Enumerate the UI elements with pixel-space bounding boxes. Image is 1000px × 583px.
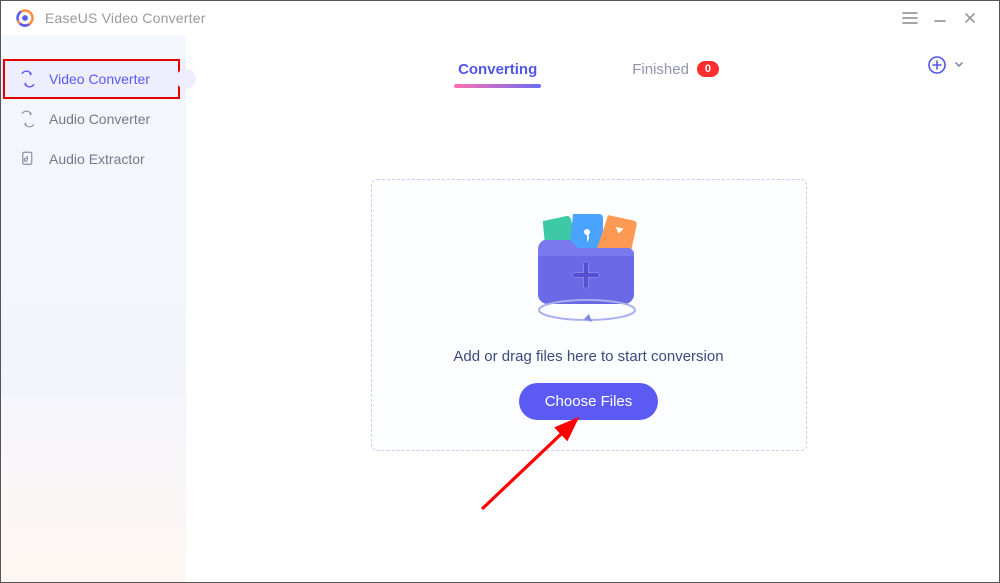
- sidebar-item-label: Video Converter: [49, 71, 150, 87]
- minimize-icon: [933, 11, 947, 25]
- plus-circle-icon: [927, 55, 947, 75]
- choose-files-button[interactable]: Choose Files: [519, 383, 659, 420]
- main-panel: Converting Finished 0: [186, 35, 999, 582]
- close-button[interactable]: [955, 4, 985, 32]
- tab-finished[interactable]: Finished 0: [632, 61, 719, 78]
- video-convert-icon: [19, 70, 37, 88]
- file-drop-zone[interactable]: Add or drag files here to start conversi…: [371, 179, 807, 451]
- tab-label: Converting: [458, 61, 537, 78]
- sidebar-item-label: Audio Extractor: [49, 151, 145, 167]
- drop-zone-message: Add or drag files here to start conversi…: [453, 348, 723, 365]
- hamburger-icon: [902, 11, 918, 25]
- sidebar-item-audio-converter[interactable]: Audio Converter: [1, 99, 186, 139]
- sidebar-item-audio-extractor[interactable]: Audio Extractor: [1, 139, 186, 179]
- sidebar: Video Converter Audio Converter Audio Ex…: [1, 35, 186, 582]
- sidebar-item-label: Audio Converter: [49, 111, 150, 127]
- audio-extract-icon: [19, 150, 37, 168]
- tab-label: Finished: [632, 61, 689, 78]
- menu-button[interactable]: [895, 4, 925, 32]
- close-icon: [963, 11, 977, 25]
- app-title: EaseUS Video Converter: [45, 10, 895, 26]
- folder-add-illustration: [514, 210, 664, 330]
- chevron-down-icon: [953, 59, 965, 71]
- app-logo-icon: [15, 8, 35, 28]
- sidebar-item-video-converter[interactable]: Video Converter: [1, 59, 186, 99]
- finished-count-badge: 0: [697, 61, 719, 77]
- audio-convert-icon: [19, 110, 37, 128]
- title-bar: EaseUS Video Converter: [1, 1, 999, 35]
- tab-bar: Converting Finished 0: [198, 49, 979, 89]
- minimize-button[interactable]: [925, 4, 955, 32]
- tab-converting[interactable]: Converting: [458, 61, 537, 78]
- add-files-button[interactable]: [927, 55, 965, 75]
